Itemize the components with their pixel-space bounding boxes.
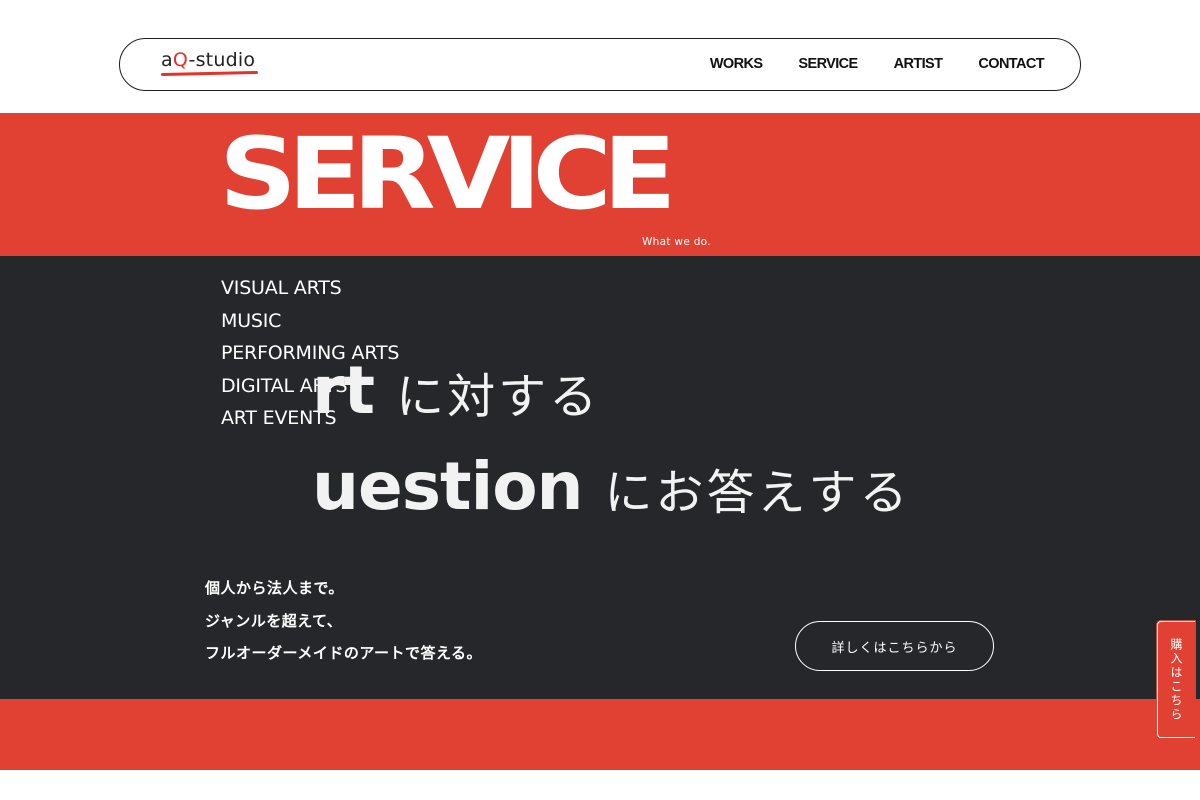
logo-q: Q [172, 49, 189, 71]
logo-underline [160, 70, 259, 77]
hero-line-2-big: uestion [312, 448, 584, 525]
service-title: SERVICE [219, 116, 677, 232]
nav-contact[interactable]: CONTACT [978, 56, 1044, 72]
description-line: ジャンルを超えて、 [205, 611, 343, 630]
hero-line-1: rt に対する [312, 352, 600, 429]
logo-suffix: -studio [188, 49, 256, 71]
hero-line-2-jp: にお答えする [604, 465, 911, 521]
nav-works[interactable]: WORKS [710, 56, 763, 72]
nav-artist[interactable]: ARTIST [894, 56, 943, 72]
footer-red-band [0, 699, 1200, 770]
category-item[interactable]: MUSIC [221, 309, 399, 342]
service-subtitle: What we do. [642, 236, 711, 248]
site-header: aQ-studio WORKS SERVICE ARTIST CONTACT [119, 38, 1081, 91]
description-line: フルオーダーメイドのアートで答える。 [205, 644, 483, 662]
service-description: 個人から法人まで。 ジャンルを超えて、 フルオーダーメイドのアートで答える。 [205, 577, 482, 675]
hero-line-2: uestion にお答えする [312, 448, 911, 525]
hero-line-1-jp: に対する [396, 369, 601, 425]
logo-prefix: a [161, 49, 173, 71]
hero-line-1-big: rt [312, 352, 375, 429]
description-line: 個人から法人まで。 [205, 579, 344, 597]
purchase-side-tab[interactable]: 購入はこちら [1157, 621, 1195, 738]
details-button[interactable]: 詳しくはこちらから [795, 621, 994, 671]
nav-service[interactable]: SERVICE [798, 56, 858, 72]
category-item[interactable]: VISUAL ARTS [221, 276, 399, 309]
site-logo[interactable]: aQ-studio [161, 49, 255, 71]
main-nav: WORKS SERVICE ARTIST CONTACT [674, 56, 1045, 72]
